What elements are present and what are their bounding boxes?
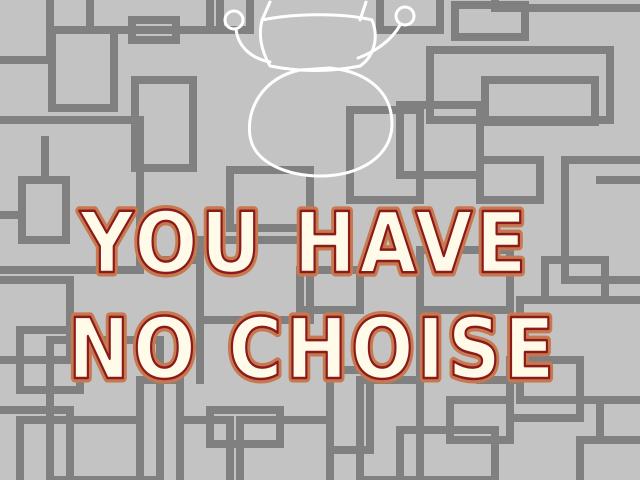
game-screen: YOU HAVE YOU HAVE NO CHOISE NO CHOISE — [0, 0, 640, 480]
message-line-1-edge: YOU HAVE — [79, 194, 530, 292]
game-over-message: YOU HAVE YOU HAVE NO CHOISE NO CHOISE — [64, 190, 559, 403]
message-line-2-edge: NO CHOISE — [68, 300, 558, 398]
